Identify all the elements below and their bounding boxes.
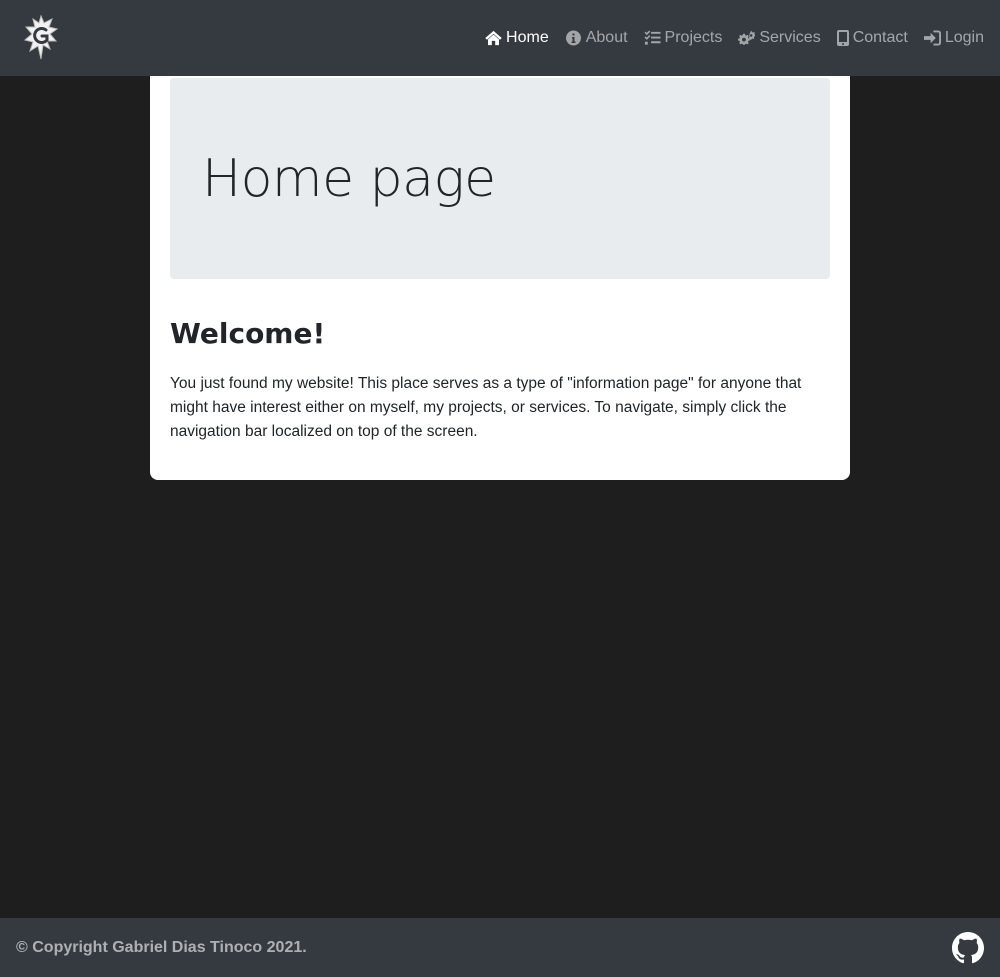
logo-icon[interactable] xyxy=(22,13,60,63)
gears-icon xyxy=(738,31,756,45)
main-card: Home page Welcome! You just found my web… xyxy=(150,76,850,480)
copyright-text: © Copyright Gabriel Dias Tinoco 2021. xyxy=(16,938,307,956)
mobile-phone-icon xyxy=(836,30,849,46)
welcome-heading: Welcome! xyxy=(170,317,326,350)
sign-in-icon xyxy=(923,30,941,46)
footer: © Copyright Gabriel Dias Tinoco 2021. xyxy=(0,918,1000,977)
nav-link-login[interactable]: Login xyxy=(923,29,984,47)
navbar: Home About Projects Services Contact Log… xyxy=(0,0,1000,76)
jumbotron: Home page xyxy=(170,78,830,279)
nav-link-label: Home xyxy=(506,29,549,46)
nav-link-services[interactable]: Services xyxy=(738,29,821,47)
nav-link-about[interactable]: About xyxy=(565,29,628,47)
nav-link-contact[interactable]: Contact xyxy=(836,29,908,47)
nav-links: Home About Projects Services Contact Log… xyxy=(469,0,984,76)
home-icon xyxy=(485,30,502,46)
github-icon[interactable] xyxy=(952,931,984,964)
nav-link-label: About xyxy=(585,29,628,46)
tasks-list-icon xyxy=(644,30,661,45)
welcome-paragraph: You just found my website! This place se… xyxy=(170,375,802,440)
nav-link-label: Projects xyxy=(664,29,723,46)
nav-link-label: Contact xyxy=(852,29,908,46)
nav-link-home[interactable]: Home xyxy=(485,29,549,47)
nav-link-label: Login xyxy=(944,29,984,46)
nav-link-label: Services xyxy=(759,29,821,46)
nav-link-projects[interactable]: Projects xyxy=(644,29,723,47)
info-circle-icon xyxy=(565,30,581,46)
page-title: Home page xyxy=(202,148,496,209)
